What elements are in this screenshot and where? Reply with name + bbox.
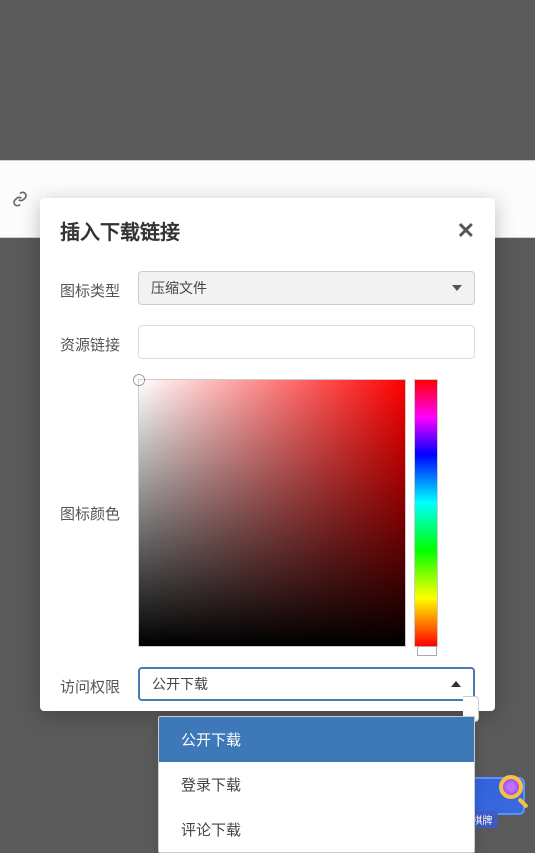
input-resource-link[interactable]: [138, 325, 475, 359]
hue-slider[interactable]: [414, 379, 438, 647]
color-picker: [138, 379, 475, 647]
label-icon-type: 图标类型: [60, 276, 138, 301]
modal-header: 插入下载链接 ✕: [40, 198, 495, 261]
dropdown-option-public[interactable]: 公开下载: [159, 717, 474, 762]
saturation-value-panel[interactable]: [138, 379, 406, 647]
label-icon-color: 图标颜色: [60, 379, 138, 524]
chevron-up-icon: [451, 681, 461, 687]
field-icon-color: 图标颜色: [40, 369, 495, 657]
label-access-level: 访问权限: [60, 672, 138, 697]
field-resource-link: 资源链接: [40, 315, 495, 369]
select-access-level[interactable]: 公开下载: [138, 667, 475, 701]
close-icon[interactable]: ✕: [457, 220, 475, 242]
link-tool-button[interactable]: [6, 185, 34, 213]
modal-title: 插入下载链接: [60, 216, 180, 245]
label-resource-link: 资源链接: [60, 330, 138, 355]
access-level-dropdown: 公开下载 登录下载 评论下载: [158, 716, 475, 853]
color-cursor[interactable]: [134, 375, 144, 385]
magnifier-icon: [495, 773, 531, 809]
insert-download-link-modal: 插入下载链接 ✕ 图标类型 压缩文件 资源链接 图标颜色: [40, 198, 495, 711]
dropdown-option-comment[interactable]: 评论下载: [159, 807, 474, 852]
field-access-level: 访问权限 公开下载: [40, 657, 495, 711]
select-access-level-value: 公开下载: [152, 674, 208, 694]
chevron-down-icon: [452, 285, 462, 291]
field-icon-type: 图标类型 压缩文件: [40, 261, 495, 315]
select-icon-type-value: 压缩文件: [151, 278, 207, 298]
dropdown-option-login[interactable]: 登录下载: [159, 762, 474, 807]
select-icon-type[interactable]: 压缩文件: [138, 271, 475, 305]
